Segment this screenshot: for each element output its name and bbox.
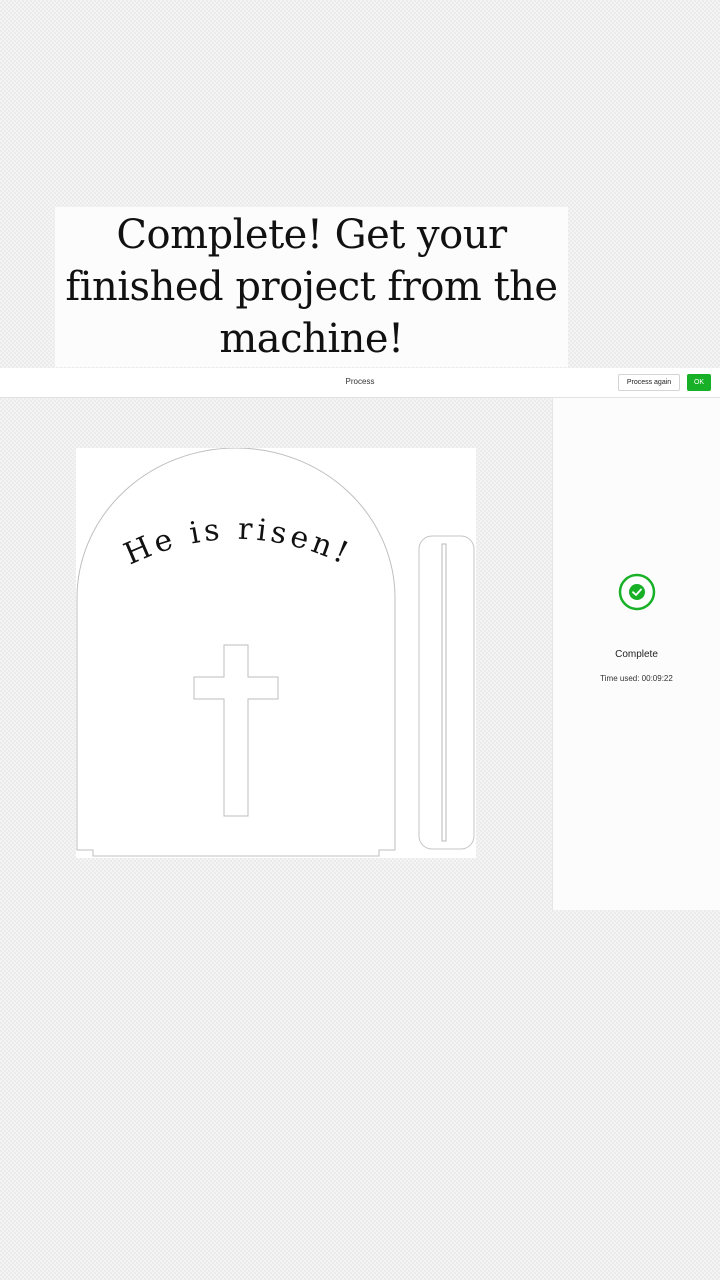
design-preview: He is risen! xyxy=(76,448,476,858)
check-circle-icon xyxy=(618,573,656,611)
app-header: Process Process again OK xyxy=(0,368,720,398)
status-panel: Complete Time used: 00:09:22 xyxy=(552,398,720,910)
ok-button[interactable]: OK xyxy=(687,374,711,391)
time-used: Time used: 00:09:22 xyxy=(600,674,673,683)
caption-text: Complete! Get your finished project from… xyxy=(65,212,558,362)
header-title: Process xyxy=(345,377,375,386)
canvas-area: He is risen! xyxy=(0,398,551,910)
status-title: Complete xyxy=(615,649,658,660)
process-again-button[interactable]: Process again xyxy=(618,374,680,391)
stand-slot xyxy=(441,543,447,842)
caption-overlay: Complete! Get your finished project from… xyxy=(55,207,568,367)
